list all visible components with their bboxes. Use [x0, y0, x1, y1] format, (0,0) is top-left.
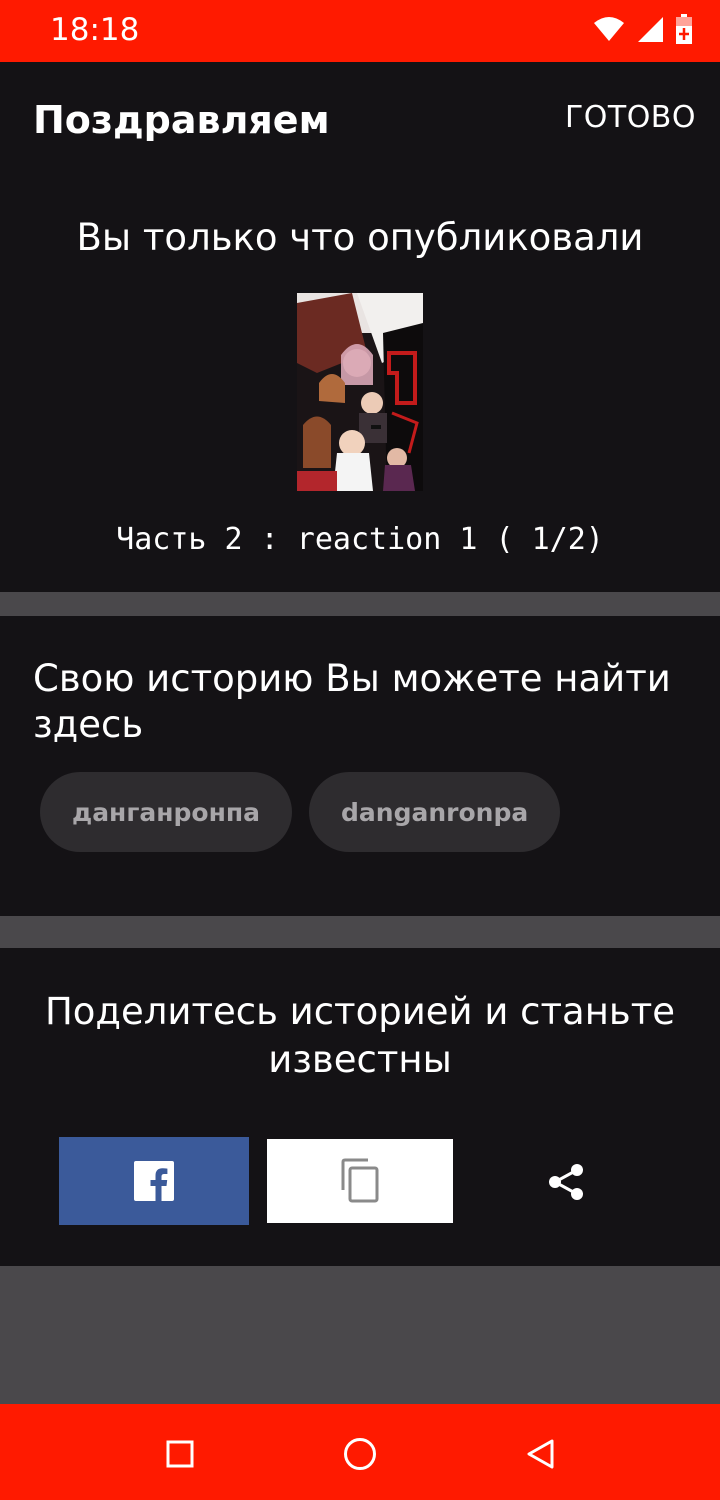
tag-list: данганронпа danganronpa — [40, 772, 561, 852]
find-story-section: Свою историю Вы можете найти здесь данга… — [0, 616, 720, 916]
recents-square-icon — [166, 1440, 194, 1468]
back-button[interactable] — [520, 1434, 560, 1474]
page-title: Поздравляем — [33, 98, 330, 142]
tag-chip[interactable]: данганронпа — [40, 772, 293, 852]
home-circle-icon — [344, 1438, 376, 1470]
facebook-share-button[interactable] — [59, 1137, 249, 1225]
published-section: Вы только что опубликовали Часть 2: rea… — [0, 172, 720, 592]
app-bar: Поздравляем ГОТОВО — [0, 62, 720, 172]
home-button[interactable] — [340, 1434, 380, 1474]
published-heading: Вы только что опубликовали — [76, 216, 644, 259]
back-triangle-icon — [527, 1439, 554, 1469]
navigation-bar — [0, 1404, 720, 1500]
facebook-icon — [134, 1161, 174, 1201]
share-section: Поделитесь историей и станьте известны — [0, 948, 720, 1266]
wifi-icon — [594, 17, 624, 41]
share-button[interactable] — [536, 1154, 596, 1210]
done-button[interactable]: ГОТОВО — [565, 100, 696, 135]
battery-charging-icon — [676, 14, 692, 44]
find-story-heading: Свою историю Вы можете найти здесь — [33, 657, 671, 746]
story-cover-image — [297, 293, 423, 491]
share-icon — [549, 1164, 583, 1200]
status-time: 18:18 — [50, 12, 140, 48]
share-heading: Поделитесь историей и станьте известны — [44, 990, 676, 1081]
copy-link-button[interactable] — [267, 1139, 453, 1223]
status-icons — [594, 14, 692, 44]
copy-link-icon — [341, 1158, 379, 1203]
recents-button[interactable] — [160, 1434, 200, 1474]
chapter-title: Часть 2 : reaction 1 ( 1/2) — [116, 522, 604, 557]
tag-chip[interactable]: danganronpa — [309, 772, 561, 852]
signal-icon — [638, 17, 663, 42]
status-bar: 18:18 — [0, 0, 720, 62]
